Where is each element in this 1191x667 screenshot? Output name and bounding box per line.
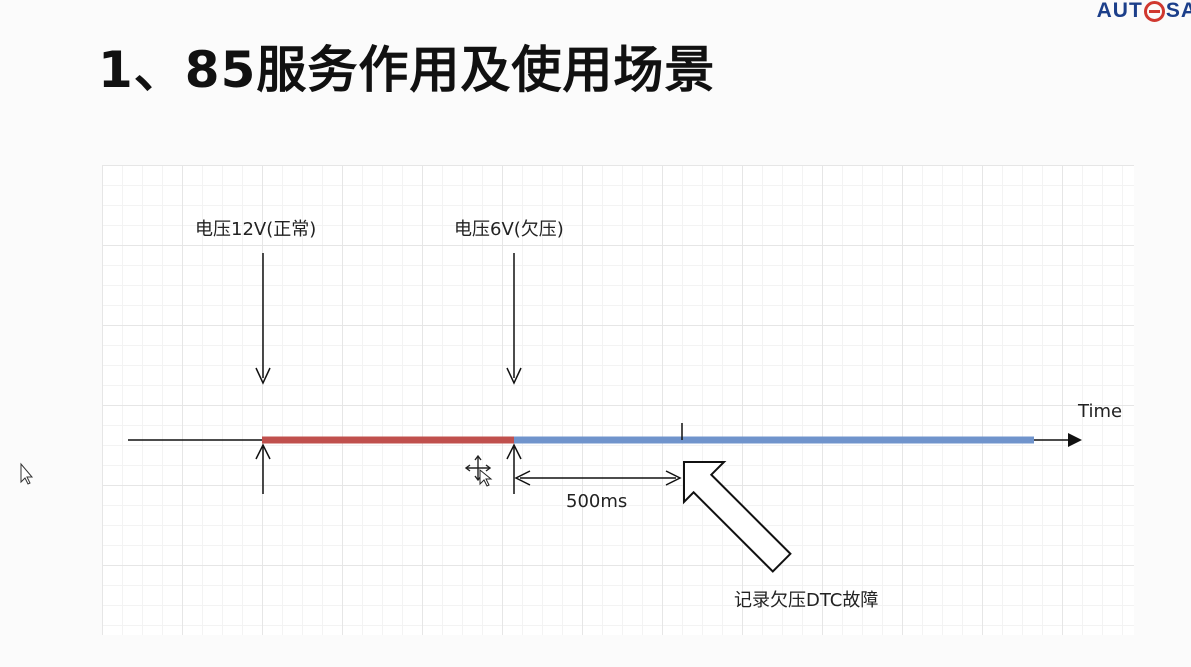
slide: 1、85服务作用及使用场景 AUT SA 电压12V(正常) 电压6V(欠压) … bbox=[0, 0, 1191, 667]
label-duration: 500ms bbox=[566, 491, 628, 512]
timing-diagram bbox=[20, 253, 1082, 573]
time-axis-arrow-icon bbox=[1068, 433, 1082, 447]
label-dtc-record: 记录欠压DTC故障 bbox=[734, 590, 879, 611]
hollow-arrow-icon bbox=[683, 461, 792, 573]
label-time-axis: Time bbox=[1078, 401, 1123, 422]
pointer-cursor-icon bbox=[20, 462, 34, 485]
label-voltage-normal: 电压12V(正常) bbox=[195, 219, 317, 240]
move-cursor-icon bbox=[464, 454, 493, 487]
label-voltage-under: 电压6V(欠压) bbox=[454, 219, 564, 240]
